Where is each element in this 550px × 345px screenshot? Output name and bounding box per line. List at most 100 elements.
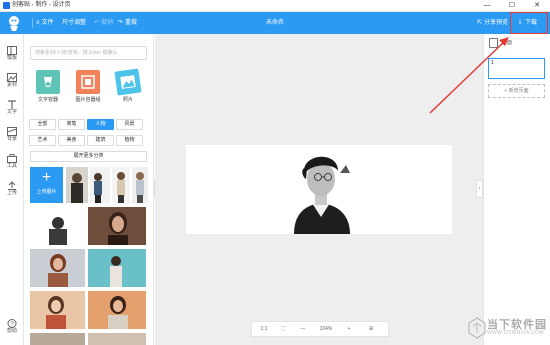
photo-thumbnail[interactable]	[112, 167, 130, 203]
rail-label-material: 素材	[6, 82, 17, 88]
tag-landscape[interactable]: 风景	[116, 119, 143, 130]
pages-icon	[489, 38, 498, 48]
tag-sketch[interactable]: 简笔	[58, 119, 85, 130]
rail-item-upload[interactable]: 上传	[0, 179, 24, 203]
rail-label-text: 文字	[6, 109, 17, 115]
background-icon	[7, 127, 17, 136]
rail-item-tools[interactable]: 工具	[0, 152, 24, 176]
upload-label: 上传图片	[36, 189, 57, 195]
minimize-button[interactable]: —	[478, 0, 496, 12]
watermark-url: WWW.DOWNXIA.COM	[487, 330, 544, 336]
rail-item-template[interactable]: 模板	[0, 44, 24, 68]
search-input[interactable]: 搜索素材/人物/景物，按 Enter 键确认	[30, 46, 147, 60]
material-icon	[7, 73, 17, 82]
share-icon: ⇱	[477, 20, 483, 26]
undo-button[interactable]: ↶ 撤销	[94, 17, 113, 29]
ratio-button[interactable]: 1:1	[256, 322, 272, 336]
file-label: 文件	[41, 20, 54, 26]
tag-all[interactable]: 全部	[29, 119, 56, 130]
add-page-button[interactable]: + 新增页面	[488, 84, 545, 98]
expand-categories-button[interactable]: 展开更多分类	[30, 151, 147, 162]
download-highlight-box	[510, 12, 548, 34]
upload-image-button[interactable]: + 上传图片	[30, 167, 63, 203]
share-label: 分享预览	[484, 20, 509, 26]
tag-art[interactable]: 艺术	[29, 135, 56, 146]
size-adjust-label: 尺寸调整	[62, 20, 87, 26]
app-icon	[3, 2, 10, 9]
rail-item-text[interactable]: 文字	[0, 98, 24, 122]
category-label: 照片	[122, 97, 133, 103]
left-nav-rail: 模板 素材 文字 背景 工具 上传 ? 帮助	[0, 34, 24, 345]
text-container-icon	[36, 70, 60, 94]
photo-thumbnail[interactable]	[88, 207, 146, 245]
fit-screen-icon[interactable]: ⛶	[276, 322, 290, 336]
grid-icon[interactable]: ⊞	[364, 322, 378, 336]
photo-thumbnail[interactable]	[132, 167, 148, 203]
rail-label-template: 模板	[6, 55, 17, 61]
category-text-container[interactable]: 文字容器	[33, 70, 63, 104]
help-icon: ?	[7, 319, 17, 328]
photo-thumbnail[interactable]	[88, 333, 146, 345]
category-label: 图片容器组	[75, 97, 101, 103]
photo-thumbnail[interactable]	[30, 291, 85, 329]
add-page-label: 新增页面	[508, 88, 529, 94]
page-thumbnail[interactable]: 1	[488, 58, 545, 79]
photo-thumbnail[interactable]	[30, 249, 85, 287]
rail-label-tools: 工具	[6, 163, 17, 169]
page-number: 1	[491, 60, 494, 66]
tag-food[interactable]: 美食	[58, 135, 85, 146]
photo-icon	[114, 68, 142, 96]
pages-label: 页面	[502, 40, 513, 46]
pages-panel: 页面 1 + 新增页面	[483, 34, 550, 345]
photo-thumbnail[interactable]	[90, 167, 110, 203]
design-artboard[interactable]	[186, 145, 452, 234]
file-menu[interactable]: ≡ 文件	[36, 17, 54, 29]
photo-thumbnail[interactable]	[30, 333, 85, 345]
zoom-in-button[interactable]: +	[342, 322, 356, 336]
upload-icon	[8, 181, 16, 190]
file-icon: ≡	[36, 20, 40, 26]
rail-item-material[interactable]: 素材	[0, 71, 24, 95]
rail-label-upload: 上传	[6, 190, 17, 196]
logo-icon[interactable]	[5, 14, 23, 32]
rail-item-background[interactable]: 背景	[0, 125, 24, 149]
share-preview-button[interactable]: ⇱ 分享预览	[477, 17, 508, 29]
size-adjust-button[interactable]: 尺寸调整	[62, 17, 86, 29]
app-window: 创客贴 - 制作 - 设计页 — ☐ ✕ ≡ 文件 尺寸调整 ↶ 撤销 ↷ 重做…	[0, 0, 550, 345]
category-label: 文字容器	[37, 97, 58, 103]
rail-label-help: 帮助	[6, 328, 17, 334]
tag-plants[interactable]: 植物	[116, 135, 143, 146]
zoom-out-button[interactable]: —	[296, 322, 310, 336]
zoom-toolbar: 1:1 ⛶ — 104% + ⊞	[251, 321, 389, 337]
template-icon	[7, 46, 17, 55]
watermark-logo-icon	[468, 317, 486, 339]
photo-thumbnail[interactable]	[30, 207, 85, 245]
tag-architecture[interactable]: 建筑	[87, 135, 114, 146]
close-button[interactable]: ✕	[528, 0, 546, 12]
tag-people[interactable]: 人物	[87, 119, 114, 130]
zoom-level[interactable]: 104%	[314, 322, 338, 336]
undo-label: 撤销	[101, 20, 114, 26]
document-title[interactable]: 未命名	[266, 20, 284, 26]
category-photo[interactable]: 照片	[113, 68, 143, 104]
rail-label-background: 背景	[6, 136, 17, 142]
redo-label: 重做	[125, 20, 138, 26]
category-image-container[interactable]: 图片容器组	[73, 70, 103, 104]
image-container-icon	[76, 70, 100, 94]
undo-icon: ↶	[94, 20, 100, 26]
plus-icon: +	[41, 169, 52, 186]
top-toolbar: ≡ 文件 尺寸调整 ↶ 撤销 ↷ 重做 未命名 ⇱ 分享预览 ⇩ 下载	[0, 12, 550, 34]
collapse-right-panel-button[interactable]: ›	[476, 180, 483, 198]
window-title: 创客贴 - 制作 - 设计页	[12, 2, 71, 8]
rail-item-help[interactable]: ? 帮助	[0, 317, 24, 341]
title-bar: 创客贴 - 制作 - 设计页 — ☐ ✕	[0, 0, 550, 12]
photo-thumbnail[interactable]	[88, 291, 146, 329]
person-photo[interactable]	[186, 145, 452, 234]
photo-thumbnail[interactable]	[88, 249, 146, 287]
redo-button[interactable]: ↷ 重做	[118, 17, 137, 29]
photo-thumbnail[interactable]	[66, 167, 88, 203]
material-panel: 搜索素材/人物/景物，按 Enter 键确认 文字容器 图片容器组 照片 全部 …	[24, 34, 154, 345]
redo-icon: ↷	[118, 20, 124, 26]
maximize-button[interactable]: ☐	[503, 0, 521, 12]
canvas-stage: 1:1 ⛶ — 104% + ⊞	[155, 34, 483, 345]
